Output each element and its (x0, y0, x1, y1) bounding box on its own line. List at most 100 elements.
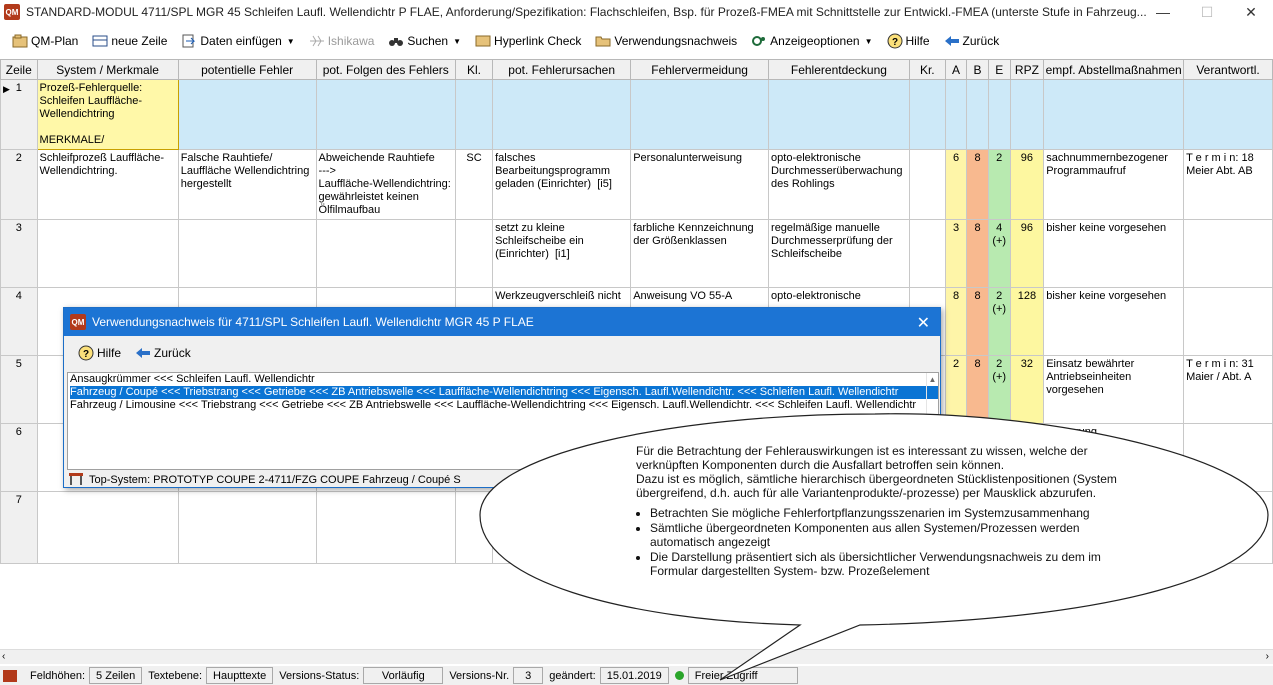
cell-system[interactable] (36, 491, 179, 564)
cell-entdeckung[interactable] (768, 79, 910, 150)
cell-a[interactable]: 8 (944, 287, 968, 356)
textebene-value[interactable]: Haupttexte (206, 667, 274, 684)
cell-verantw[interactable]: T e r m i n: 31 Maier / Abt. A (1183, 355, 1273, 424)
cell-e[interactable] (987, 79, 1011, 150)
column-header[interactable]: Fehlervermeidung (630, 59, 770, 80)
cell-e[interactable]: 2 (+) (987, 355, 1011, 424)
cell-kr[interactable] (908, 219, 946, 288)
column-header[interactable]: Verantwortl. (1183, 59, 1273, 80)
anzeigeoptionen-button[interactable]: Anzeigeoptionen ▼ (751, 33, 873, 49)
cell-verantw[interactable] (1183, 219, 1273, 288)
cell-kr[interactable] (908, 79, 946, 150)
column-header[interactable]: E (987, 59, 1011, 80)
cell-massnahmen[interactable]: bisher keine vorgesehen (1043, 219, 1185, 288)
cell-b[interactable]: 8 (966, 287, 989, 356)
column-header[interactable]: Fehlerentdeckung (768, 59, 910, 80)
cell-massnahmen[interactable] (1043, 79, 1185, 150)
cell-massnahmen[interactable]: Einsatz bewährter Antriebseinheiten vorg… (1043, 355, 1185, 424)
cell-a[interactable]: 2 (944, 355, 968, 424)
cell-kl[interactable]: SC (454, 149, 494, 220)
column-header[interactable]: A (944, 59, 968, 80)
cell-a[interactable]: 3 (944, 219, 968, 288)
cell-ursachen[interactable] (492, 79, 632, 150)
cell-system[interactable]: Prozeß-Fehlerquelle: Schleifen Lauffläch… (36, 79, 179, 150)
suchen-button[interactable]: Suchen ▼ (388, 33, 461, 49)
verwendungsnachweis-button[interactable]: Verwendungsnachweis (595, 33, 737, 49)
scroll-up-icon[interactable]: ▲ (929, 375, 937, 384)
cell-b[interactable]: 8 (966, 149, 989, 220)
cell-kl[interactable] (454, 219, 494, 288)
maximize-button[interactable]: ☐ (1185, 0, 1229, 24)
cell-rpz[interactable]: 96 (1009, 219, 1045, 288)
cell-massnahmen[interactable]: bisher keine vorgesehen (1043, 287, 1185, 356)
cell-rpz[interactable]: 128 (1009, 287, 1045, 356)
cell-ursachen[interactable] (492, 491, 632, 564)
feldhoehen-value[interactable]: 5 Zeilen (89, 667, 143, 684)
cell-rpz[interactable]: 32 (1009, 355, 1045, 424)
cell-a[interactable] (944, 79, 968, 150)
list-item[interactable]: Ansaugkrümmer <<< Schleifen Laufl. Welle… (70, 373, 938, 386)
column-header[interactable]: Kl. (454, 59, 494, 80)
cell-kl[interactable] (454, 79, 494, 150)
column-header[interactable]: Zeile (0, 59, 38, 80)
cell-b[interactable]: 8 (966, 355, 989, 424)
cell-folgen[interactable] (315, 491, 456, 564)
cell-fehler[interactable]: Falsche Rauhtiefe/ Lauffläche Wellendich… (177, 149, 317, 220)
cell-system[interactable] (36, 219, 179, 288)
cell-kl[interactable] (454, 491, 494, 564)
cell-kr[interactable] (908, 149, 946, 220)
table-row[interactable]: 2 Schleifprozeß Lauffläche-Wellendichtrin… (0, 149, 1273, 220)
column-header[interactable]: System / Merkmale (36, 59, 179, 80)
cell-folgen[interactable]: Abweichende Rauhtiefe ---> Lauffläche-We… (315, 149, 456, 220)
cell-fehler[interactable] (177, 79, 317, 150)
neue-zeile-button[interactable]: neue Zeile (92, 33, 167, 49)
zurueck-button[interactable]: Zurück (944, 33, 999, 49)
cell-verantw[interactable]: T e r m i n: 18 Meier Abt. AB (1183, 149, 1273, 220)
cell-e[interactable]: 2 (987, 149, 1011, 220)
cell-fehler[interactable] (177, 491, 317, 564)
list-item[interactable]: Fahrzeug / Limousine <<< Triebstrang <<<… (70, 399, 938, 412)
cell-verantw[interactable] (1183, 423, 1273, 492)
qm-plan-button[interactable]: QM-Plan (12, 33, 78, 49)
cell-e[interactable]: 2 (+) (987, 287, 1011, 356)
cell-verantw[interactable] (1183, 491, 1273, 564)
cell-system[interactable]: Schleifprozeß Lauffläche-Wellendichtring… (36, 149, 179, 220)
scroll-right-icon[interactable]: › (1266, 651, 1269, 662)
versions-nr-value[interactable]: 3 (513, 667, 544, 684)
cell-massnahmen[interactable]: sachnummernbezogener Programmaufruf (1043, 149, 1185, 220)
cell-folgen[interactable] (315, 79, 456, 150)
table-row[interactable]: 1 ▶ Prozeß-Fehlerquelle: Schleifen Laufflä… (0, 79, 1273, 150)
column-header[interactable]: empf. Abstellmaßnahmen (1043, 59, 1185, 80)
dialog-close-icon[interactable]: ✕ (917, 313, 930, 333)
cell-b[interactable]: 8 (966, 219, 989, 288)
cell-a[interactable]: 6 (944, 149, 968, 220)
cell-e[interactable]: 4 (+) (987, 219, 1011, 288)
column-header[interactable]: potentielle Fehler (177, 59, 317, 80)
cell-vermeidung[interactable] (630, 79, 770, 150)
horizontal-scrollbar[interactable]: ‹ › (0, 649, 1273, 664)
cell-ursachen[interactable]: falsches Bearbeitungsprogramm geladen (E… (492, 149, 632, 220)
close-button[interactable]: ✕ (1229, 0, 1273, 24)
cell-fehler[interactable] (177, 219, 317, 288)
cell-vermeidung[interactable]: Personalunterweisung (630, 149, 770, 220)
versions-status-value[interactable]: Vorläufig (363, 667, 444, 684)
cell-folgen[interactable] (315, 219, 456, 288)
cell-verantw[interactable] (1183, 79, 1273, 150)
column-header[interactable]: B (966, 59, 989, 80)
cell-vermeidung[interactable]: farbliche Kennzeichnung der Größenklasse… (630, 219, 770, 288)
minimize-button[interactable]: — (1141, 0, 1185, 24)
table-row[interactable]: 3 setzt zu kleine Schleifscheibe ein (Ein… (0, 219, 1273, 288)
hyperlink-check-button[interactable]: Hyperlink Check (475, 33, 581, 49)
column-header[interactable]: RPZ (1009, 59, 1045, 80)
column-header[interactable]: pot. Folgen des Fehlers (315, 59, 456, 80)
cell-verantw[interactable] (1183, 287, 1273, 356)
daten-einfuegen-button[interactable]: Daten einfügen ▼ (181, 33, 295, 49)
cell-entdeckung[interactable]: regelmäßige manuelle Durchmesserprüfung … (768, 219, 910, 288)
hilfe-button[interactable]: ? Hilfe (887, 33, 930, 49)
cell-entdeckung[interactable]: opto-elektronische Durchmesserüberwachun… (768, 149, 910, 220)
dialog-hilfe-button[interactable]: ? Hilfe (78, 345, 121, 361)
ishikawa-button[interactable]: Ishikawa (309, 33, 374, 49)
column-header[interactable]: pot. Fehlerursachen (492, 59, 632, 80)
cell-b[interactable] (966, 79, 989, 150)
dialog-zurueck-button[interactable]: Zurück (135, 345, 191, 361)
